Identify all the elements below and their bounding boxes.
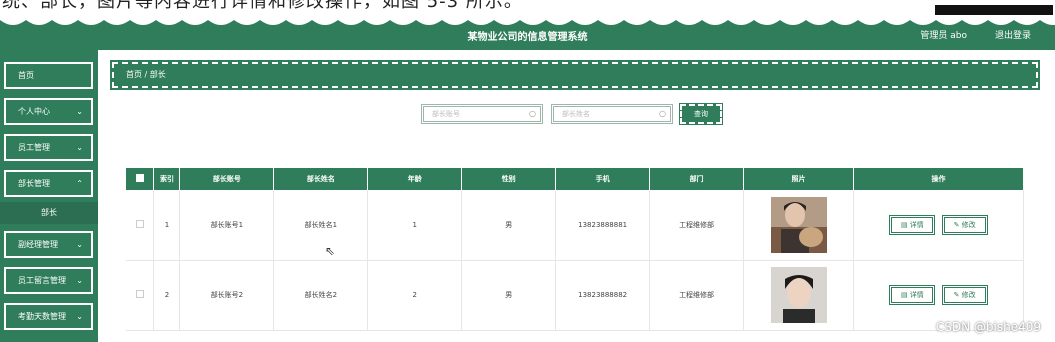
mouse-cursor-icon: ⇖ (325, 244, 336, 258)
cell-age: 2 (367, 260, 463, 331)
search-placeholder: 部长账号 (432, 110, 460, 118)
table-header-row: 索引 部长账号 部长姓名 年龄 性别 手机 部门 照片 操作 (126, 168, 1025, 190)
sidebar-item-label: 个人中心 (18, 107, 50, 116)
column-header: 部长姓名 (273, 168, 369, 190)
cell-department: 工程维修部 (649, 190, 745, 261)
minister-name-search-input[interactable]: 部长姓名 ○ (551, 104, 673, 124)
sidebar-item-minister-management[interactable]: 部长管理 ⌃ (4, 170, 93, 197)
minister-account-search-input[interactable]: 部长账号 ○ (421, 104, 543, 124)
detail-button-label: 详情 (909, 291, 924, 299)
cell-photo (743, 190, 854, 261)
column-header: 部长账号 (179, 168, 275, 190)
pencil-icon: ✎ (953, 291, 962, 299)
chevron-down-icon: ⌄ (76, 143, 83, 152)
minister-photo (770, 196, 827, 253)
sidebar-item-label: 部长管理 (18, 179, 50, 188)
doc-icon: ▤ (900, 291, 910, 299)
column-header: 部门 (649, 168, 745, 190)
select-all-checkbox-cell (126, 168, 155, 190)
sidebar-item-label: 考勤天数管理 (18, 312, 66, 321)
watermark: CSDN @bishe409 (935, 320, 1041, 334)
sidebar-item-staff-management[interactable]: 员工管理 ⌄ (4, 134, 93, 161)
sidebar-item-label: 副经理管理 (18, 240, 58, 249)
sidebar-item-attendance-management[interactable]: 考勤天数管理 ⌄ (4, 303, 93, 330)
row-checkbox-cell (126, 260, 155, 331)
sidebar-item-deputy-manager-management[interactable]: 副经理管理 ⌄ (4, 231, 93, 258)
caption-text: 统、部长，图片等内容进行详情和修改操作，如图 5-3 所示。 (2, 0, 523, 12)
logout-link[interactable]: 退出登录 (995, 28, 1031, 41)
edit-button[interactable]: ✎ 修改 (941, 285, 988, 305)
cell-gender: 男 (461, 260, 557, 331)
app-title: 某物业公司的信息管理系统 (467, 32, 588, 43)
chevron-down-icon: ⌄ (76, 312, 83, 321)
sidebar-item-staff-message-management[interactable]: 员工留言管理 ⌄ (4, 267, 93, 294)
cell-account: 部长账号1 (179, 190, 275, 261)
search-icon: ○ (529, 109, 536, 118)
sidebar-item-personal-center[interactable]: 个人中心 ⌄ (4, 98, 93, 125)
breadcrumb-home[interactable]: 首页 (126, 70, 142, 79)
minister-table: 索引 部长账号 部长姓名 年龄 性别 手机 部门 照片 操作 1 部长账号1 部… (126, 168, 1025, 331)
cell-account: 部长账号2 (179, 260, 275, 331)
column-header: 性别 (461, 168, 557, 190)
chevron-up-icon: ⌃ (76, 179, 83, 188)
cell-photo (743, 260, 854, 331)
sidebar-subitem-minister[interactable]: 部长 (0, 202, 98, 224)
doc-icon: ▤ (900, 220, 910, 229)
edit-button-label: 修改 (961, 220, 976, 229)
query-button[interactable]: 查询 (679, 103, 723, 125)
cell-name: 部长姓名2 (273, 260, 369, 331)
detail-button[interactable]: ▤ 详情 (889, 285, 936, 305)
edit-button-label: 修改 (961, 291, 976, 299)
cell-department: 工程维修部 (649, 260, 745, 331)
detail-button-label: 详情 (909, 220, 924, 229)
chevron-down-icon: ⌄ (76, 276, 83, 285)
cell-name: 部长姓名1 (273, 190, 369, 261)
row-checkbox[interactable] (135, 219, 144, 228)
sidebar-item-label: 员工留言管理 (18, 276, 66, 285)
breadcrumb-current: 部长 (149, 70, 166, 79)
breadcrumb: 首页 / 部长 (110, 60, 1040, 90)
column-header: 手机 (555, 168, 651, 190)
cell-phone: 13823888881 (555, 190, 651, 261)
minister-photo (770, 267, 827, 323)
app-header: 某物业公司的信息管理系统 管理员 abo 退出登录 (0, 20, 1055, 50)
sidebar: 首页 个人中心 ⌄ 员工管理 ⌄ 部长管理 ⌃ 部长 副经理管理 ⌄ 员工留言管… (0, 50, 98, 342)
sidebar-item-label: 员工管理 (18, 143, 50, 152)
column-header: 操作 (853, 168, 1025, 190)
sidebar-item-label: 首页 (18, 71, 34, 80)
cell-age: 1 (367, 190, 463, 261)
main-content: 首页 / 部长 部长账号 ○ 部长姓名 ○ 查询 索引 部长账号 部长姓名 年龄… (98, 50, 1055, 342)
search-placeholder: 部长姓名 (562, 110, 590, 118)
edit-button[interactable]: ✎ 修改 (941, 214, 988, 235)
chevron-down-icon: ⌄ (76, 107, 83, 116)
pencil-icon: ✎ (953, 220, 962, 229)
column-header: 索引 (153, 168, 181, 190)
cell-actions: ▤ 详情 ✎ 修改 (853, 190, 1025, 261)
row-checkbox-cell (126, 190, 155, 261)
column-header: 照片 (743, 168, 854, 190)
redaction-bar (935, 5, 1053, 15)
search-icon: ○ (659, 109, 666, 118)
cell-index: 2 (153, 260, 181, 331)
admin-username: 管理员 abo (920, 31, 967, 41)
select-all-checkbox[interactable] (135, 174, 144, 182)
detail-button[interactable]: ▤ 详情 (889, 214, 936, 235)
table-row: 1 部长账号1 部长姓名1 1 男 13823888881 工程维修部 ▤ 详情… (126, 190, 1025, 261)
chevron-down-icon: ⌄ (76, 240, 83, 249)
row-checkbox[interactable] (135, 290, 144, 298)
column-header: 年龄 (367, 168, 463, 190)
breadcrumb-separator: / (144, 70, 148, 79)
cell-index: 1 (153, 190, 181, 261)
cell-gender: 男 (461, 190, 557, 261)
cell-phone: 13823888882 (555, 260, 651, 331)
table-row: 2 部长账号2 部长姓名2 2 男 13823888882 工程维修部 ▤ 详情 (126, 260, 1025, 331)
sidebar-item-home[interactable]: 首页 (4, 62, 93, 89)
